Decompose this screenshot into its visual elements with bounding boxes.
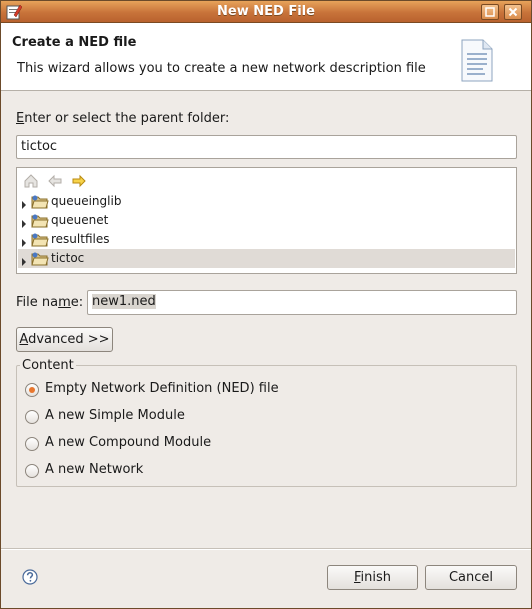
content-group-label: Content — [20, 358, 76, 373]
radio-button[interactable] — [25, 383, 39, 397]
tree-item-queueinglib[interactable]: queueinglib — [18, 192, 515, 211]
banner-title: Create a NED file — [12, 35, 137, 50]
tree-item-label: queuenet — [51, 213, 109, 227]
home-icon[interactable] — [23, 173, 39, 189]
forward-arrow-icon[interactable] — [71, 173, 87, 189]
folder-icon — [31, 251, 49, 270]
close-button[interactable] — [504, 4, 522, 20]
radio-label: A new Simple Module — [45, 408, 185, 423]
maximize-button[interactable] — [481, 4, 499, 20]
tree-item-label: resultfiles — [51, 232, 110, 246]
title-bar[interactable]: New NED File — [1, 1, 531, 23]
file-name-value: new1.ned — [92, 294, 156, 309]
finish-button[interactable]: Finish — [327, 565, 418, 590]
tree-item-label: queueinglib — [51, 194, 122, 208]
tree-item-label: tictoc — [51, 251, 85, 265]
footer-separator — [1, 548, 531, 550]
file-name-input[interactable]: new1.ned — [87, 290, 517, 315]
tree-item-resultfiles[interactable]: resultfiles — [18, 230, 515, 249]
radio-button[interactable] — [25, 437, 39, 451]
expand-arrow-icon[interactable] — [21, 255, 27, 270]
radio-label: Empty Network Definition (NED) file — [45, 381, 279, 396]
new-ned-file-dialog: New NED File Create a NED file This wiza… — [0, 0, 532, 609]
advanced-button[interactable]: Advanced >> — [16, 327, 113, 352]
tree-item-tictoc[interactable]: tictoc — [18, 249, 515, 268]
radio-button[interactable] — [25, 464, 39, 478]
banner-description: This wizard allows you to create a new n… — [17, 61, 426, 76]
help-icon[interactable] — [22, 569, 38, 589]
back-arrow-icon[interactable] — [47, 173, 63, 189]
window-title: New NED File — [217, 4, 315, 19]
radio-button[interactable] — [25, 410, 39, 424]
parent-folder-input[interactable]: tictoc — [16, 135, 517, 159]
radio-label: A new Network — [45, 462, 144, 477]
tree-item-queuenet[interactable]: queuenet — [18, 211, 515, 230]
folder-tree[interactable]: queueinglib queuenet resultfiles tictoc — [16, 167, 517, 274]
file-name-label: File name: — [16, 295, 84, 310]
cancel-button[interactable]: Cancel — [425, 565, 517, 590]
radio-label: A new Compound Module — [45, 435, 212, 450]
wizard-banner: Create a NED file This wizard allows you… — [1, 23, 531, 91]
document-icon — [459, 39, 495, 87]
parent-folder-label: Enter or select the parent folder: — [16, 111, 230, 126]
